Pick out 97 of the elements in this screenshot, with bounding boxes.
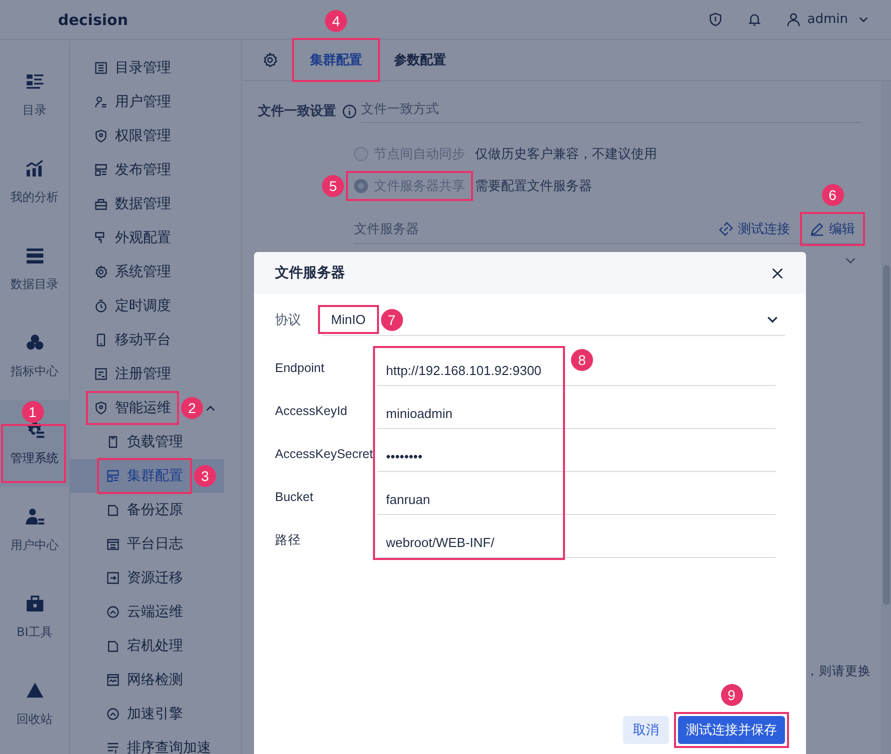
input-field[interactable]: •••••••• — [386, 448, 422, 466]
user-icon — [786, 12, 802, 27]
rail-item[interactable]: 目录 — [0, 52, 69, 139]
menu-item[interactable]: 备份还原 — [101, 496, 188, 524]
input-field[interactable]: fanruan — [386, 491, 430, 509]
menu-item[interactable]: 资源迁移 — [101, 564, 188, 592]
app-title: decision — [58, 10, 128, 28]
card-icon — [106, 435, 120, 449]
form-icon — [94, 367, 108, 381]
field-label: 协议 — [275, 311, 302, 329]
input-field[interactable]: http://192.168.101.92:9300 — [386, 362, 542, 380]
rail-item[interactable]: 我的分析 — [0, 139, 69, 226]
step-badge: 5 — [322, 175, 344, 197]
menu-item[interactable]: 集群配置 — [101, 462, 188, 490]
step-badge: 7 — [380, 308, 403, 330]
gear-icon — [94, 265, 108, 279]
tab[interactable]: 集群配置 — [296, 42, 376, 78]
input-field[interactable]: minioadmin — [386, 405, 452, 423]
test-connection-link[interactable]: 测试连接 — [713, 216, 796, 242]
menu-item[interactable]: 移动平台 — [90, 327, 175, 353]
field-label: AccessKeyId — [275, 402, 348, 420]
user-menu[interactable]: admin — [786, 12, 869, 27]
menu-item[interactable]: 排序查询加速 — [101, 734, 216, 754]
folder-icon — [106, 571, 120, 585]
menu-item[interactable]: 网络检测 — [101, 666, 188, 694]
bar-chart-icon — [24, 159, 44, 179]
database-icon — [24, 246, 44, 266]
option-note: 仅做历史客户兼容，不建议使用 — [475, 146, 657, 163]
clock-icon — [94, 299, 108, 313]
calendar-icon — [106, 537, 120, 551]
menu-item[interactable]: 负载管理 — [101, 428, 188, 456]
step-badge: 8 — [571, 349, 593, 371]
step-badge: 9 — [720, 684, 742, 706]
field-label: 文件服务器 — [354, 221, 419, 238]
settings-icon[interactable] — [262, 52, 278, 68]
box-icon — [94, 197, 108, 211]
menu-item[interactable]: 权限管理 — [90, 123, 175, 149]
shield-icon — [94, 401, 108, 415]
toolbox-icon — [24, 594, 44, 614]
save-button[interactable]: 测试连接并保存 — [678, 716, 785, 744]
step-badge: 2 — [181, 397, 203, 419]
input-field[interactable]: webroot/WEB-INF/ — [386, 534, 494, 552]
menu-item[interactable]: 定时调度 — [90, 293, 175, 319]
rail-item[interactable]: 数据目录 — [0, 226, 69, 313]
pencil-icon — [810, 222, 824, 236]
menu-item[interactable]: 数据管理 — [90, 191, 175, 217]
doc-icon — [106, 503, 120, 517]
menu-item[interactable]: 加速引擎 — [101, 700, 188, 728]
rail-item[interactable]: 用户中心 — [0, 487, 69, 574]
gear-icon — [24, 420, 44, 440]
shield-icon — [94, 129, 108, 143]
field-label: AccessKeySecret — [275, 446, 374, 462]
menu-item[interactable]: 云端运维 — [101, 598, 188, 626]
field-label: Bucket — [275, 488, 314, 506]
field-label: 文件一致方式 — [361, 100, 861, 122]
hint-text: ，则请更换 — [806, 663, 871, 680]
protocol-select[interactable]: MinIO — [322, 309, 375, 330]
menu-item[interactable]: 外观配置 — [90, 225, 175, 251]
menu-item[interactable]: 智能运维 — [90, 395, 175, 421]
menu-item[interactable]: 平台日志 — [101, 530, 188, 558]
edit-link[interactable]: 编辑 — [804, 216, 861, 242]
person-icon — [94, 95, 108, 109]
shield-icon[interactable] — [708, 12, 724, 27]
rail-item[interactable]: BI工具 — [0, 574, 69, 661]
menu-item[interactable]: 发布管理 — [90, 157, 175, 183]
dialog-title: 文件服务器 — [275, 264, 345, 282]
highlight-frame — [318, 305, 379, 334]
lines-icon — [106, 741, 120, 754]
step-badge: 6 — [822, 184, 844, 206]
tab[interactable]: 参数配置 — [380, 42, 460, 78]
close-icon[interactable] — [771, 266, 784, 280]
monitor-icon — [106, 673, 120, 687]
bell-icon[interactable] — [747, 12, 762, 27]
cancel-button[interactable]: 取消 — [623, 716, 669, 744]
menu-item[interactable]: 注册管理 — [90, 361, 175, 387]
field-label: 路径 — [275, 532, 302, 548]
grid-icon — [94, 163, 108, 177]
rail-item[interactable]: 回收站 — [0, 661, 69, 748]
chevron-down-icon — [858, 14, 869, 25]
grid-icon — [106, 469, 120, 483]
rail-item[interactable]: 指标中心 — [0, 313, 69, 400]
field-label: Endpoint — [275, 360, 326, 376]
link-icon — [719, 222, 733, 236]
menu-item[interactable]: 系统管理 — [90, 259, 175, 285]
highlight-frame — [1, 424, 66, 483]
info-icon[interactable] — [342, 104, 357, 118]
menu-item[interactable]: 目录管理 — [90, 55, 175, 81]
phone-icon — [94, 333, 108, 347]
menu-item[interactable]: 用户管理 — [90, 89, 175, 115]
setting-label: 文件一致设置 — [258, 102, 336, 120]
list-icon — [94, 61, 108, 75]
doc-icon — [106, 639, 120, 653]
menu-item[interactable]: 宕机处理 — [101, 632, 188, 660]
highlight-frame — [800, 212, 865, 246]
user-icon — [24, 507, 44, 527]
option-note: 需要配置文件服务器 — [475, 178, 592, 195]
step-badge: 3 — [194, 465, 216, 487]
